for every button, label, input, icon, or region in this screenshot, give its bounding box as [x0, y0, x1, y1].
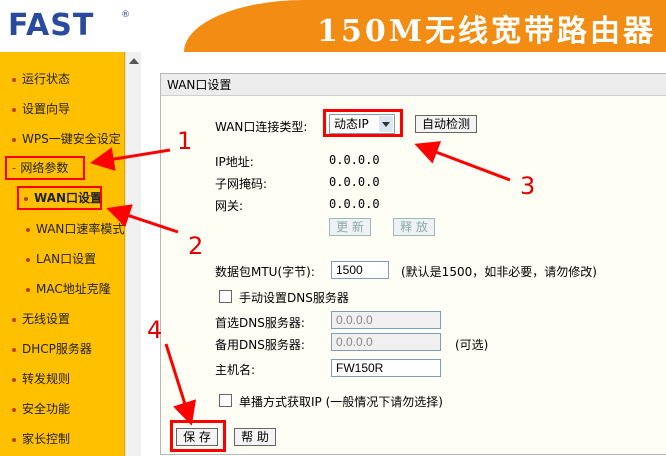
sidebar-item-network[interactable]: - 网络参数: [5, 156, 85, 180]
plus-icon: [12, 407, 16, 412]
main-content: WAN口设置 WAN口连接类型: 动态IP 自动检测 IP地址: 0.0.0.0…: [141, 52, 666, 456]
ip-label: IP地址:: [215, 155, 254, 169]
collapse-icon: -: [12, 161, 17, 175]
sidebar-item-status[interactable]: 运行状态: [0, 68, 70, 90]
mtu-hint: (默认是1500，如非必要，请勿修改): [401, 265, 597, 279]
sidebar-item-security[interactable]: 安全功能: [0, 398, 70, 420]
brand-logo: FAST: [8, 8, 95, 43]
plus-icon: [12, 317, 16, 322]
scroll-up-arrow-icon[interactable]: [129, 58, 139, 64]
sidebar-item-dhcp[interactable]: DHCP服务器: [0, 338, 92, 360]
hostname-input[interactable]: FW150R: [331, 359, 441, 377]
plus-icon: [12, 347, 16, 352]
conn-type-select[interactable]: 动态IP: [329, 114, 395, 134]
bullet-icon: [12, 137, 16, 142]
dns1-label: 首选DNS服务器:: [215, 316, 305, 330]
mask-value: 0.0.0.0: [329, 175, 380, 189]
annotation-4: 4: [147, 316, 163, 344]
renew-button[interactable]: 更 新: [329, 218, 371, 236]
sidebar-item-wireless[interactable]: 无线设置: [0, 308, 70, 330]
dns2-hint: (可选): [455, 338, 489, 352]
bullet-icon: [26, 287, 30, 292]
sidebar-item-wps[interactable]: WPS一键安全设定: [0, 128, 121, 150]
sidebar-item-lan-settings[interactable]: LAN口设置: [0, 248, 96, 270]
sidebar-item-wizard[interactable]: 设置向导: [0, 98, 70, 120]
plus-icon: [12, 437, 16, 442]
chevron-down-icon[interactable]: [379, 116, 393, 132]
sidebar-item-parental[interactable]: 家长控制: [0, 428, 70, 450]
annotation-2: 2: [188, 232, 204, 260]
bullet-icon: [12, 77, 16, 82]
sidebar-item-wan-settings[interactable]: WAN口设置: [17, 186, 102, 210]
wan-settings-panel: WAN口设置 WAN口连接类型: 动态IP 自动检测 IP地址: 0.0.0.0…: [160, 73, 666, 455]
mtu-label: 数据包MTU(字节):: [215, 265, 315, 279]
ip-value: 0.0.0.0: [329, 153, 380, 167]
help-button[interactable]: 帮 助: [234, 428, 276, 446]
manual-dns-checkbox[interactable]: [219, 290, 232, 303]
auto-detect-button[interactable]: 自动检测: [415, 115, 477, 133]
mtu-input[interactable]: 1500: [331, 261, 389, 279]
unicast-checkbox[interactable]: [219, 394, 232, 407]
panel-title: WAN口设置: [161, 74, 666, 96]
dns2-input[interactable]: 0.0.0.0: [331, 333, 441, 351]
unicast-label: 单播方式获取IP (一般情况下请勿选择): [239, 395, 443, 409]
sidebar-item-mac-clone[interactable]: MAC地址克隆: [0, 278, 111, 300]
sidebar-item-forwarding[interactable]: 转发规则: [0, 368, 70, 390]
bullet-icon: [24, 196, 28, 201]
header-banner: 150M无线宽带路由器: [184, 0, 666, 52]
conn-type-label: WAN口连接类型:: [215, 120, 308, 134]
registered-mark: ®: [121, 10, 130, 20]
plus-icon: [12, 377, 16, 382]
dns2-label: 备用DNS服务器:: [215, 338, 305, 352]
bullet-icon: [12, 107, 16, 112]
annotation-3: 3: [520, 172, 536, 200]
gateway-label: 网关:: [215, 199, 244, 213]
sidebar-item-wan-speed[interactable]: WAN口速率模式: [0, 218, 124, 240]
annotation-1: 1: [177, 127, 193, 155]
scrollbar[interactable]: [125, 52, 142, 456]
hostname-label: 主机名:: [215, 363, 256, 377]
header: FAST ® 150M无线宽带路由器: [0, 0, 666, 52]
bullet-icon: [26, 257, 30, 262]
sidebar: 运行状态 设置向导 WPS一键安全设定 - 网络参数 WAN口设置 WAN口速率模…: [0, 52, 125, 456]
bullet-icon: [26, 227, 30, 232]
release-button[interactable]: 释 放: [393, 218, 435, 236]
dns1-input[interactable]: 0.0.0.0: [331, 311, 441, 329]
manual-dns-label: 手动设置DNS服务器: [239, 291, 349, 305]
product-title: 150M无线宽带路由器: [317, 14, 656, 49]
save-button[interactable]: 保 存: [176, 428, 218, 446]
gateway-value: 0.0.0.0: [329, 197, 380, 211]
mask-label: 子网掩码:: [215, 177, 268, 191]
